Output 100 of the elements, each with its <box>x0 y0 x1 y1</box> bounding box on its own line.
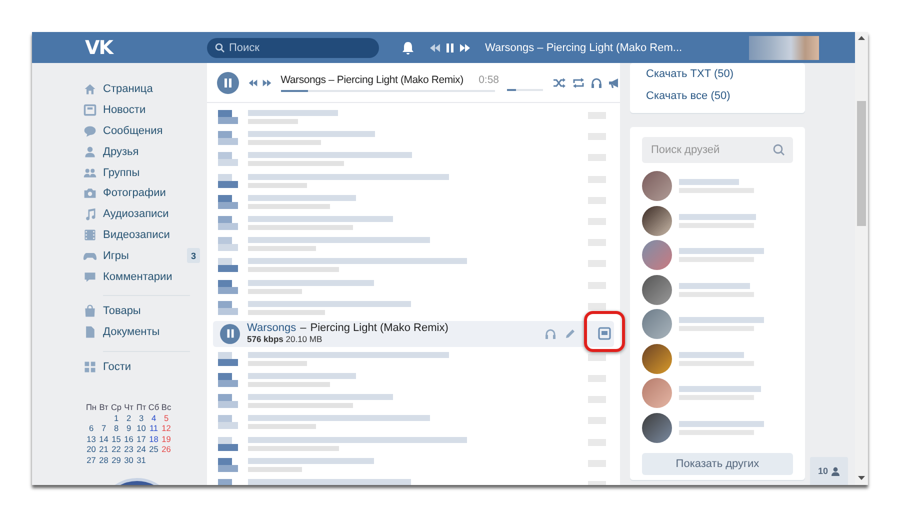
blurred-friend-name[interactable] <box>679 418 764 437</box>
calendar-day[interactable]: 27 <box>85 454 98 466</box>
menu-item[interactable]: Комментарии <box>103 270 172 283</box>
calendar-day[interactable]: 18 <box>148 434 160 444</box>
track-title: Piercing Light (Mako Remix) <box>310 322 448 334</box>
calendar-day[interactable]: 17 <box>135 434 148 444</box>
calendar-day[interactable]: 21 <box>98 444 110 455</box>
download-link[interactable]: Скачать все (50) <box>646 85 730 107</box>
avatar-placeholder[interactable] <box>642 274 672 305</box>
calendar-day[interactable]: 15 <box>110 434 122 444</box>
menu-item[interactable]: Товары <box>103 305 141 318</box>
calendar-day[interactable]: 10 <box>135 423 148 434</box>
scroll-down-icon[interactable] <box>858 476 865 480</box>
online-count: 10 <box>818 466 828 476</box>
blurred-profile[interactable] <box>749 36 819 60</box>
grid-icon <box>83 360 97 374</box>
scrollbar-thumb[interactable] <box>857 101 866 226</box>
menu-item[interactable]: Сообщения <box>103 124 163 137</box>
menu-item[interactable]: Группы <box>103 166 140 179</box>
repeat-icon[interactable] <box>572 76 585 88</box>
calendar-day[interactable]: 23 <box>122 444 135 455</box>
search-icon <box>215 42 225 52</box>
menu-item[interactable]: Игры <box>103 250 129 262</box>
previous-icon[interactable] <box>429 42 441 54</box>
weekday-label: Пт <box>135 402 148 413</box>
download-icon[interactable] <box>598 327 611 340</box>
megaphone-icon[interactable] <box>608 76 620 88</box>
calendar-day[interactable]: 14 <box>98 434 110 444</box>
calendar-day[interactable]: 22 <box>110 444 122 455</box>
speech-bubble-icon <box>83 124 97 138</box>
calendar-day[interactable]: 8 <box>110 423 122 434</box>
avatar-placeholder[interactable] <box>642 309 672 340</box>
menu-item[interactable]: Новости <box>103 104 146 116</box>
calendar-day[interactable]: 1 <box>110 412 122 424</box>
calendar-day[interactable]: 5 <box>160 412 172 424</box>
avatar-placeholder[interactable] <box>642 344 672 374</box>
calendar-day[interactable]: 9 <box>122 423 135 434</box>
shopping-bag-icon <box>83 304 97 318</box>
document-icon <box>83 325 97 340</box>
calendar-day[interactable]: 30 <box>122 454 135 466</box>
calendar-day[interactable]: 24 <box>135 444 148 455</box>
calendar-day[interactable]: 4 <box>148 412 160 424</box>
pause-button[interactable] <box>220 324 240 344</box>
comment-icon <box>83 270 97 284</box>
next-icon[interactable] <box>262 78 272 88</box>
calendar-day[interactable]: 11 <box>148 423 160 434</box>
friend-search-field[interactable]: Поиск друзей <box>642 137 793 163</box>
menu-item[interactable]: Документы <box>103 326 160 338</box>
blurred-friend-name[interactable] <box>679 246 764 264</box>
calendar-day[interactable]: 7 <box>98 423 110 434</box>
dash-separator: – <box>300 322 306 334</box>
calendar-day[interactable]: 26 <box>160 444 172 455</box>
calendar-day[interactable]: 12 <box>160 423 172 434</box>
avatar-placeholder[interactable] <box>642 171 672 202</box>
weekday-label: Вт <box>98 402 110 413</box>
calendar-day[interactable]: 6 <box>85 423 98 434</box>
online-friends-button[interactable]: 10 <box>810 457 848 485</box>
track-artist[interactable]: Warsongs <box>247 322 296 334</box>
weekday-label: Пн <box>85 402 98 413</box>
search-icon[interactable] <box>773 144 785 156</box>
menu-item[interactable]: Друзья <box>103 146 139 158</box>
calendar-day[interactable]: 19 <box>160 434 172 444</box>
calendar-day[interactable]: 31 <box>135 454 148 466</box>
calendar-day[interactable]: 16 <box>122 434 135 444</box>
home-icon <box>83 82 97 96</box>
scroll-up-icon[interactable] <box>858 36 865 40</box>
menu-item[interactable]: Страница <box>103 83 153 96</box>
calendar-day[interactable]: 25 <box>148 444 160 455</box>
now-playing-title[interactable]: Warsongs – Piercing Light (Mako Rem... <box>485 42 685 54</box>
download-link[interactable]: Скачать TXT (50) <box>646 63 734 85</box>
bell-icon[interactable] <box>401 40 415 54</box>
pencil-icon[interactable] <box>565 328 576 340</box>
calendar-day[interactable]: 28 <box>98 454 110 466</box>
headphones-icon[interactable] <box>545 328 556 340</box>
menu-item[interactable]: Аудиозаписи <box>103 208 169 220</box>
menu-item[interactable]: Гости <box>103 360 132 373</box>
calendar-day[interactable]: 2 <box>122 412 135 424</box>
current-track-row[interactable]: Warsongs – Piercing Light (Mako Remix) 576 kbps 20.10 MB <box>213 320 614 347</box>
search-field[interactable]: Поиск <box>207 38 379 58</box>
calendar-day[interactable]: 3 <box>135 412 148 424</box>
logo[interactable]: VK <box>85 36 207 58</box>
track-title: Warsongs – Piercing Light (Mako Remix) <box>280 74 464 86</box>
show-more-button[interactable]: Показать других <box>642 453 793 475</box>
pause-button[interactable] <box>217 72 239 94</box>
newspaper-icon <box>83 103 97 118</box>
calendar-day[interactable]: 13 <box>85 434 98 444</box>
blurred-friend-name[interactable] <box>679 384 764 402</box>
track-info: 576 kbps 20.10 MB <box>247 334 324 345</box>
blurred-friend-name[interactable] <box>679 315 764 334</box>
previous-icon[interactable] <box>248 78 258 88</box>
calendar-day[interactable]: 29 <box>110 454 122 466</box>
shuffle-icon[interactable] <box>553 76 566 88</box>
highlight-frame <box>584 311 625 352</box>
calendar-day[interactable]: 20 <box>85 444 98 455</box>
menu-item[interactable]: Видеозаписи <box>103 228 170 241</box>
next-icon[interactable] <box>459 42 471 54</box>
avatar-placeholder[interactable] <box>642 206 672 236</box>
avatar-placeholder[interactable] <box>642 412 672 443</box>
headphones-icon[interactable] <box>591 76 602 88</box>
menu-item[interactable]: Фотографии <box>103 187 166 200</box>
